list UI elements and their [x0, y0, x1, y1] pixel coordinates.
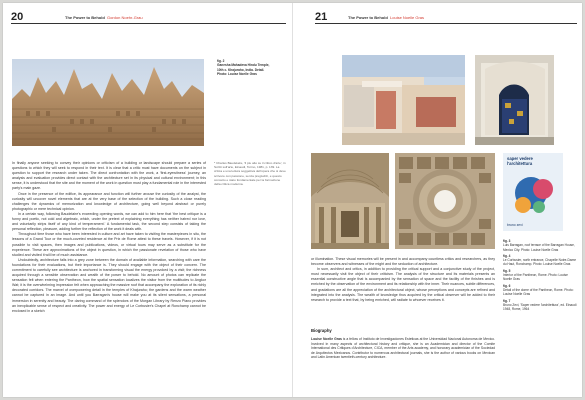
- caption-item: fig. 6 Detail of the dome of the Pantheo…: [503, 284, 577, 297]
- caption-item: fig. 3 Luis Barragan, roof terrace of th…: [503, 239, 577, 252]
- header-rule: [11, 23, 286, 24]
- body-paragraph: In sum, architect and critics, in additi…: [311, 267, 495, 302]
- body-text: or illumination. These visual memories w…: [311, 257, 495, 323]
- pantheon-interior-photo: [311, 153, 389, 249]
- running-head-title: The Power to Behold: [348, 15, 388, 20]
- left-page: 20 The Power to Behold Gordon Noehr-Grau: [3, 3, 292, 397]
- running-head-author: Gordon Noehr-Grau: [107, 15, 143, 20]
- temple-photo-caption: fig. 2 Ganesha Mahadeva Hindu Temple, 10…: [217, 59, 287, 76]
- barragan-terrace-photo: [342, 55, 465, 145]
- caption-item: fig. 7 Bruno Zevi, 'Saper vedere l'archi…: [503, 299, 577, 312]
- body-paragraph: In finally anyone seeking to convey thei…: [12, 161, 206, 191]
- book-spread: 20 The Power to Behold Gordon Noehr-Grau: [3, 3, 582, 397]
- caption-line: Photo: Louise Noelle Gras: [217, 71, 257, 76]
- body-text: In finally anyone seeking to convey thei…: [12, 161, 206, 393]
- caption-text: Detail of the dome of the Pantheon, Rome…: [503, 287, 574, 297]
- pantheon-dome-photo: [395, 153, 495, 249]
- body-paragraph: or illumination. These visual memories w…: [311, 257, 495, 267]
- running-head: The Power to Behold Louise Noelle Gras: [348, 15, 424, 20]
- body-paragraph: Once in the presence of the edifice, its…: [12, 191, 206, 211]
- body-paragraph: In a certain way, following Baudelaire's…: [12, 211, 206, 232]
- biography-heading: Biography: [311, 328, 332, 333]
- book-cover-image: saper vedere l'architettura bruno zevi: [503, 153, 563, 231]
- running-head-title: The Power to Behold: [65, 15, 105, 20]
- temple-photo: [12, 59, 204, 146]
- caption-text: Interior of the Pantheon, Rome. Photo: L…: [503, 273, 568, 282]
- caption-text: Le Corbusier, north entrance, Chapelle N…: [503, 258, 576, 267]
- captions-column: fig. 3 Luis Barragan, roof terrace of th…: [503, 239, 577, 311]
- running-head-author: Louise Noelle Gras: [390, 15, 425, 20]
- footnote: * Charles Baudelaire, 'Il piu alto su il…: [214, 161, 286, 187]
- page-number: 21: [315, 11, 328, 23]
- body-paragraph: Throughout time those who have been inte…: [12, 232, 206, 257]
- page-number: 20: [11, 11, 24, 23]
- caption-item: fig. 5 Interior of the Pantheon, Rome. P…: [503, 269, 577, 282]
- right-page: 21 The Power to Behold Louise Noelle Gra…: [293, 3, 582, 397]
- running-head: The Power to Behold Gordon Noehr-Grau: [65, 15, 143, 20]
- book-cover-author: bruno zevi: [507, 223, 523, 227]
- book-cover-title: saper vedere l'architettura: [507, 156, 533, 166]
- biography-text: Louise Noelle Gras is a fellow of Instit…: [311, 337, 495, 389]
- caption-item: fig. 4 Le Corbusier, north entrance, Cha…: [503, 254, 577, 267]
- caption-text: Bruno Zevi, 'Saper vedere l'architettura…: [503, 302, 577, 312]
- header-rule: [315, 23, 577, 24]
- body-paragraph: Undoubtedly, architecture falls into a g…: [12, 257, 206, 313]
- ronchamp-photo: [475, 55, 554, 145]
- caption-text: Luis Barragan, roof terrace of the Barra…: [503, 243, 575, 252]
- biography-name: Louise Noelle Gras: [311, 337, 342, 341]
